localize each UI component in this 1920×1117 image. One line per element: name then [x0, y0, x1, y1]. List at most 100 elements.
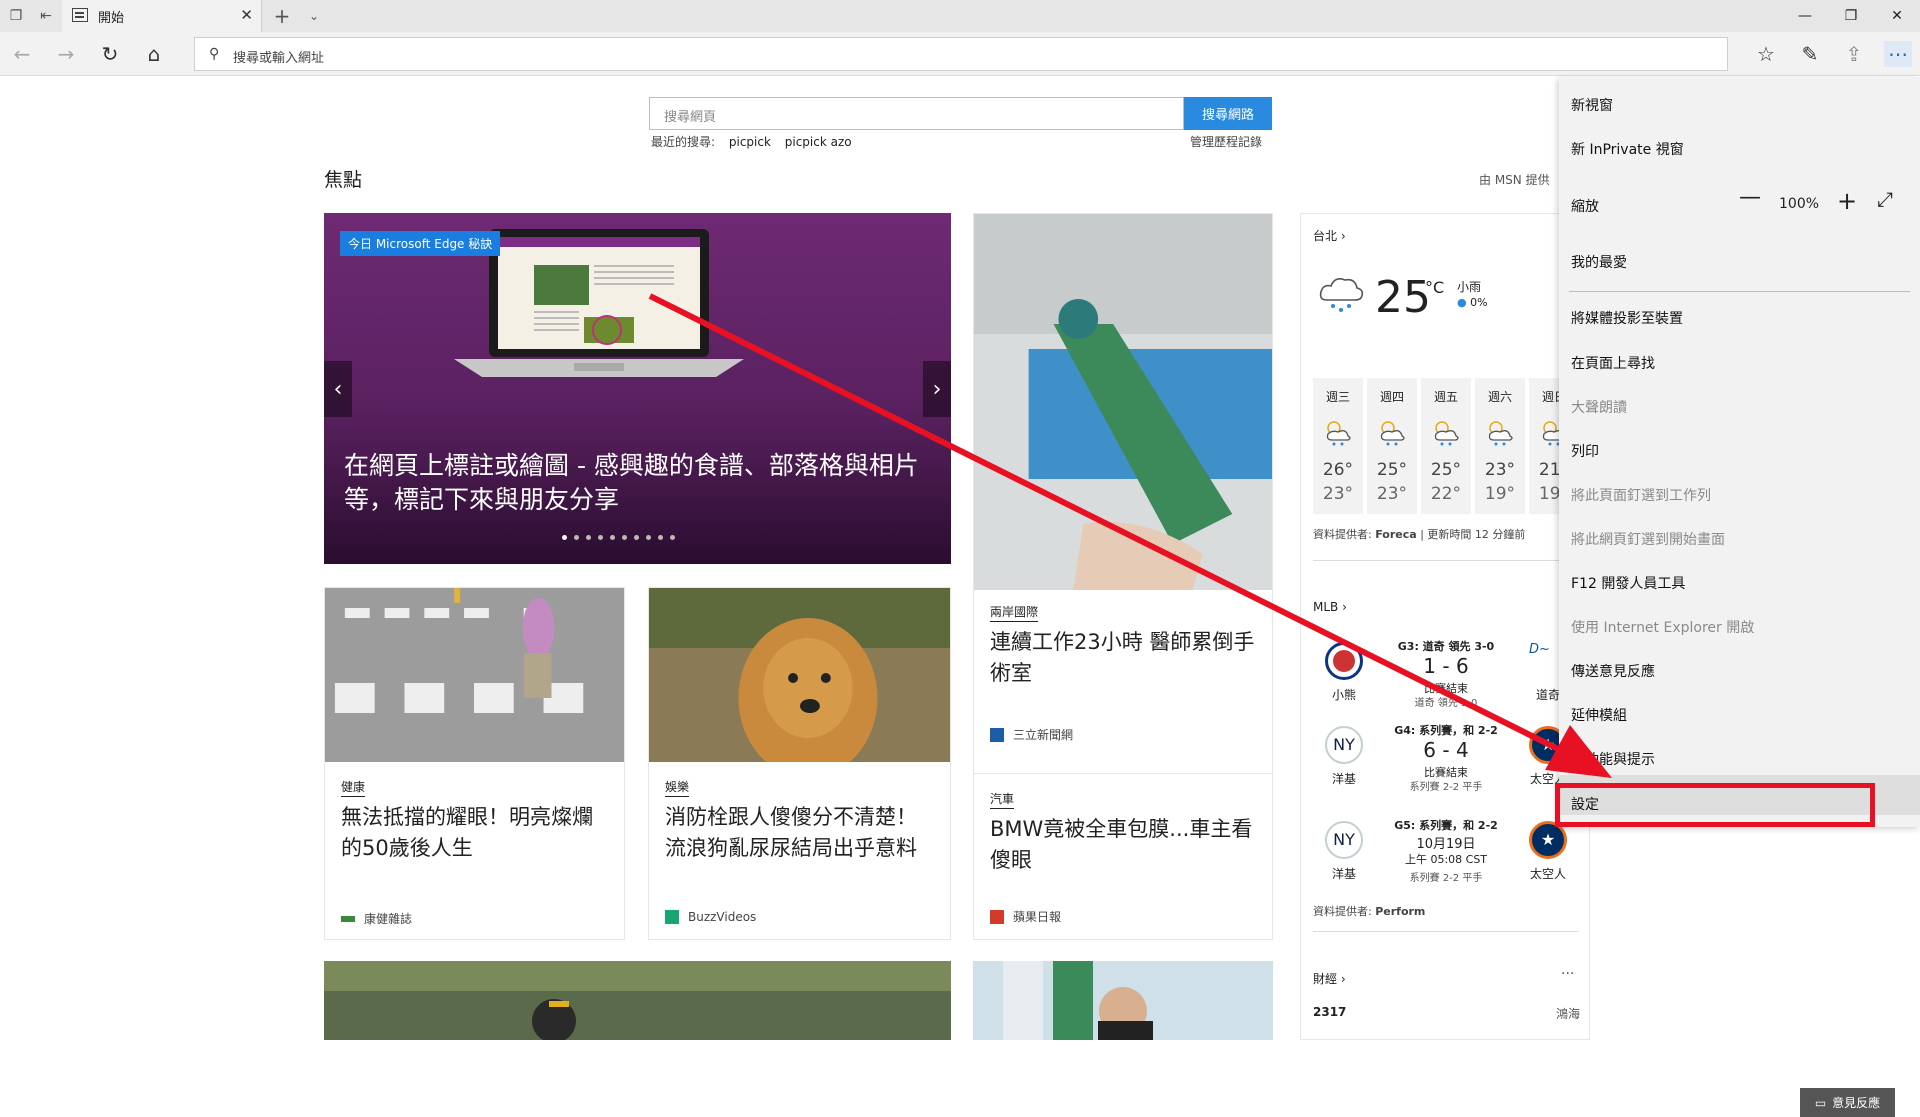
forecast-day[interactable]: 週三 26° 23°: [1313, 378, 1363, 514]
menu-find-on-page[interactable]: 在頁面上尋找: [1571, 353, 1655, 373]
menu-extensions[interactable]: 延伸模組: [1571, 705, 1627, 725]
pagination-dot[interactable]: [658, 535, 663, 540]
favorites-hub-icon[interactable]: ☆: [1752, 41, 1780, 67]
sun-rain-icon: [1434, 421, 1459, 446]
menu-separator: [1569, 291, 1910, 292]
menu-pin-taskbar[interactable]: 將此頁面釘選到工作列: [1571, 485, 1711, 505]
search-web-button[interactable]: 搜尋網路: [1184, 97, 1272, 130]
mlb-attribution: 資料提供者: Perform: [1313, 903, 1425, 919]
mlb-game[interactable]: NY 洋基 G4: 系列賽，和 2-2 6 - 4 比賽結束 系列賽 2-2 平…: [1301, 722, 1591, 806]
pagination-dot[interactable]: [670, 535, 675, 540]
finance-header[interactable]: 財經 ›: [1313, 970, 1346, 987]
news-card[interactable]: 兩岸國際 連續工作23小時 醫師累倒手術室 三立新聞網: [973, 213, 1273, 830]
back-icon[interactable]: ←: [8, 41, 36, 67]
restore-button[interactable]: ❐: [1828, 2, 1874, 30]
forecast-low: 22°: [1430, 484, 1462, 504]
menu-favorites[interactable]: 我的最愛: [1571, 252, 1627, 272]
news-card[interactable]: 健康 無法抵擋的耀眼！明亮燦爛的50歲後人生 康健雜誌: [324, 587, 625, 940]
pagination-dot[interactable]: [586, 535, 591, 540]
forecast-day[interactable]: 週五 25° 22°: [1421, 378, 1471, 514]
menu-whats-new-tips[interactable]: 新功能與提示: [1571, 749, 1655, 769]
mlb-game[interactable]: 小熊 G3: 道奇 領先 3-0 1 - 6 比賽結束 道奇 領先 3-0 D~…: [1301, 628, 1591, 712]
divider: [1313, 560, 1579, 561]
hero-prev-chevron-left-icon[interactable]: ‹: [324, 361, 352, 417]
pagination-dot[interactable]: [634, 535, 639, 540]
menu-read-aloud[interactable]: 大聲朗讀: [1571, 397, 1627, 417]
news-title: 連續工作23小時 醫師累倒手術室: [990, 630, 1255, 685]
recent-search-item[interactable]: picpick azo: [785, 135, 852, 149]
home-icon[interactable]: ⌂: [140, 41, 168, 67]
forecast-day[interactable]: 週六 23° 19°: [1475, 378, 1525, 514]
menu-print[interactable]: 列印: [1571, 441, 1599, 461]
news-card[interactable]: 汽車 BMW竟被全車包膜...車主看傻眼 蘋果日報: [973, 773, 1273, 940]
menu-send-feedback[interactable]: 傳送意見反應: [1571, 661, 1655, 681]
game-time: 上午 05:08 CST: [1404, 853, 1488, 866]
set-aside-tabs-icon[interactable]: ⇤: [36, 6, 56, 26]
mlb-game[interactable]: NY 洋基 G5: 系列賽，和 2-2 10月19日 上午 05:08 CST …: [1301, 817, 1591, 901]
cubs-logo-icon: [1325, 642, 1363, 680]
news-card-image[interactable]: [324, 961, 951, 1040]
forecast-high: 25°: [1430, 460, 1462, 480]
address-bar[interactable]: ⚲ 搜尋或輸入網址: [194, 37, 1728, 71]
menu-new-window[interactable]: 新視窗: [1571, 95, 1613, 115]
update-time: | 更新時間 12 分鐘前: [1420, 528, 1526, 541]
forecast-day-name: 週三: [1325, 390, 1350, 404]
game-date: 10月19日: [1416, 837, 1476, 852]
new-tab-button[interactable]: +: [272, 4, 292, 28]
share-icon[interactable]: ⇪: [1840, 41, 1868, 67]
pagination-dot[interactable]: [610, 535, 615, 540]
news-card-image[interactable]: [973, 961, 1273, 1040]
recent-search-item[interactable]: picpick: [729, 135, 771, 149]
web-note-icon[interactable]: ✎: [1796, 41, 1824, 67]
hero-badge: 今日 Microsoft Edge 秘訣: [340, 231, 501, 256]
tab-start[interactable]: 開始 ✕: [62, 0, 262, 32]
more-actions-icon[interactable]: ⋯: [1884, 41, 1912, 67]
section-title: 焦點: [324, 169, 363, 191]
zoom-in-icon[interactable]: +: [1837, 187, 1857, 215]
hero-pagination[interactable]: [562, 535, 675, 540]
finance-more-icon[interactable]: ···: [1561, 966, 1574, 982]
full-screen-icon[interactable]: ⤢: [1877, 187, 1893, 211]
zoom-out-icon[interactable]: —: [1739, 185, 1761, 210]
series-status: 系列賽 2-2 平手: [1409, 782, 1483, 793]
mlb-header[interactable]: MLB ›: [1313, 600, 1347, 614]
pagination-dot[interactable]: [622, 535, 627, 540]
news-category: 娛樂: [665, 778, 690, 797]
pagination-dot[interactable]: [646, 535, 651, 540]
forward-icon[interactable]: →: [52, 41, 80, 67]
forecast-day[interactable]: 週四 25° 23°: [1367, 378, 1417, 514]
news-category: 健康: [341, 778, 366, 797]
news-card[interactable]: 娛樂 消防栓跟人傻傻分不清楚！ 流浪狗亂尿尿結局出乎意料 BuzzVideos: [648, 587, 951, 940]
yankees-logo-icon: NY: [1325, 726, 1363, 764]
rain-cloud-icon: [1319, 278, 1364, 312]
menu-open-with-ie[interactable]: 使用 Internet Explorer 開啟: [1571, 617, 1754, 637]
manage-history-link[interactable]: 管理歷程記錄: [1190, 133, 1262, 150]
tab-list-chevron-down-icon[interactable]: ⌄: [304, 6, 324, 26]
source-logo-icon: [341, 915, 355, 922]
menu-f12-devtools[interactable]: F12 開發人員工具: [1571, 573, 1685, 593]
hero-card[interactable]: 今日 Microsoft Edge 秘訣 ‹ › 在網頁上標註或繪圖 - 感興趣…: [324, 213, 951, 564]
minimize-button[interactable]: —: [1782, 2, 1828, 30]
web-search-input[interactable]: 搜尋網頁: [649, 97, 1184, 130]
feedback-button[interactable]: ▭ 意見反應: [1800, 1088, 1895, 1117]
menu-new-inprivate-window[interactable]: 新 InPrivate 視窗: [1571, 139, 1684, 159]
team-name: 洋基: [1331, 867, 1356, 881]
pagination-dot[interactable]: [598, 535, 603, 540]
close-tab-icon[interactable]: ✕: [240, 6, 253, 24]
team-name: 太空人: [1529, 867, 1566, 881]
precipitation: ● 0%: [1457, 296, 1488, 309]
menu-pin-start[interactable]: 將此網頁釘選到開始畫面: [1571, 529, 1725, 549]
attribution-label: 資料提供者:: [1313, 528, 1372, 541]
provider-label: 由 MSN 提供: [1479, 173, 1550, 187]
game-score: 1 - 6: [1423, 654, 1469, 678]
close-window-button[interactable]: ✕: [1874, 2, 1920, 30]
news-source: 蘋果日報: [990, 908, 1061, 925]
tab-preview-icon[interactable]: ❐: [6, 6, 26, 26]
pagination-dot[interactable]: [562, 535, 567, 540]
hero-next-chevron-right-icon[interactable]: ›: [923, 361, 951, 417]
stock-symbol[interactable]: 2317: [1313, 1005, 1346, 1019]
refresh-icon[interactable]: ↻: [96, 41, 124, 67]
menu-cast-media[interactable]: 將媒體投影至裝置: [1571, 308, 1683, 328]
pagination-dot[interactable]: [574, 535, 579, 540]
weather-city[interactable]: 台北 ›: [1313, 227, 1346, 244]
